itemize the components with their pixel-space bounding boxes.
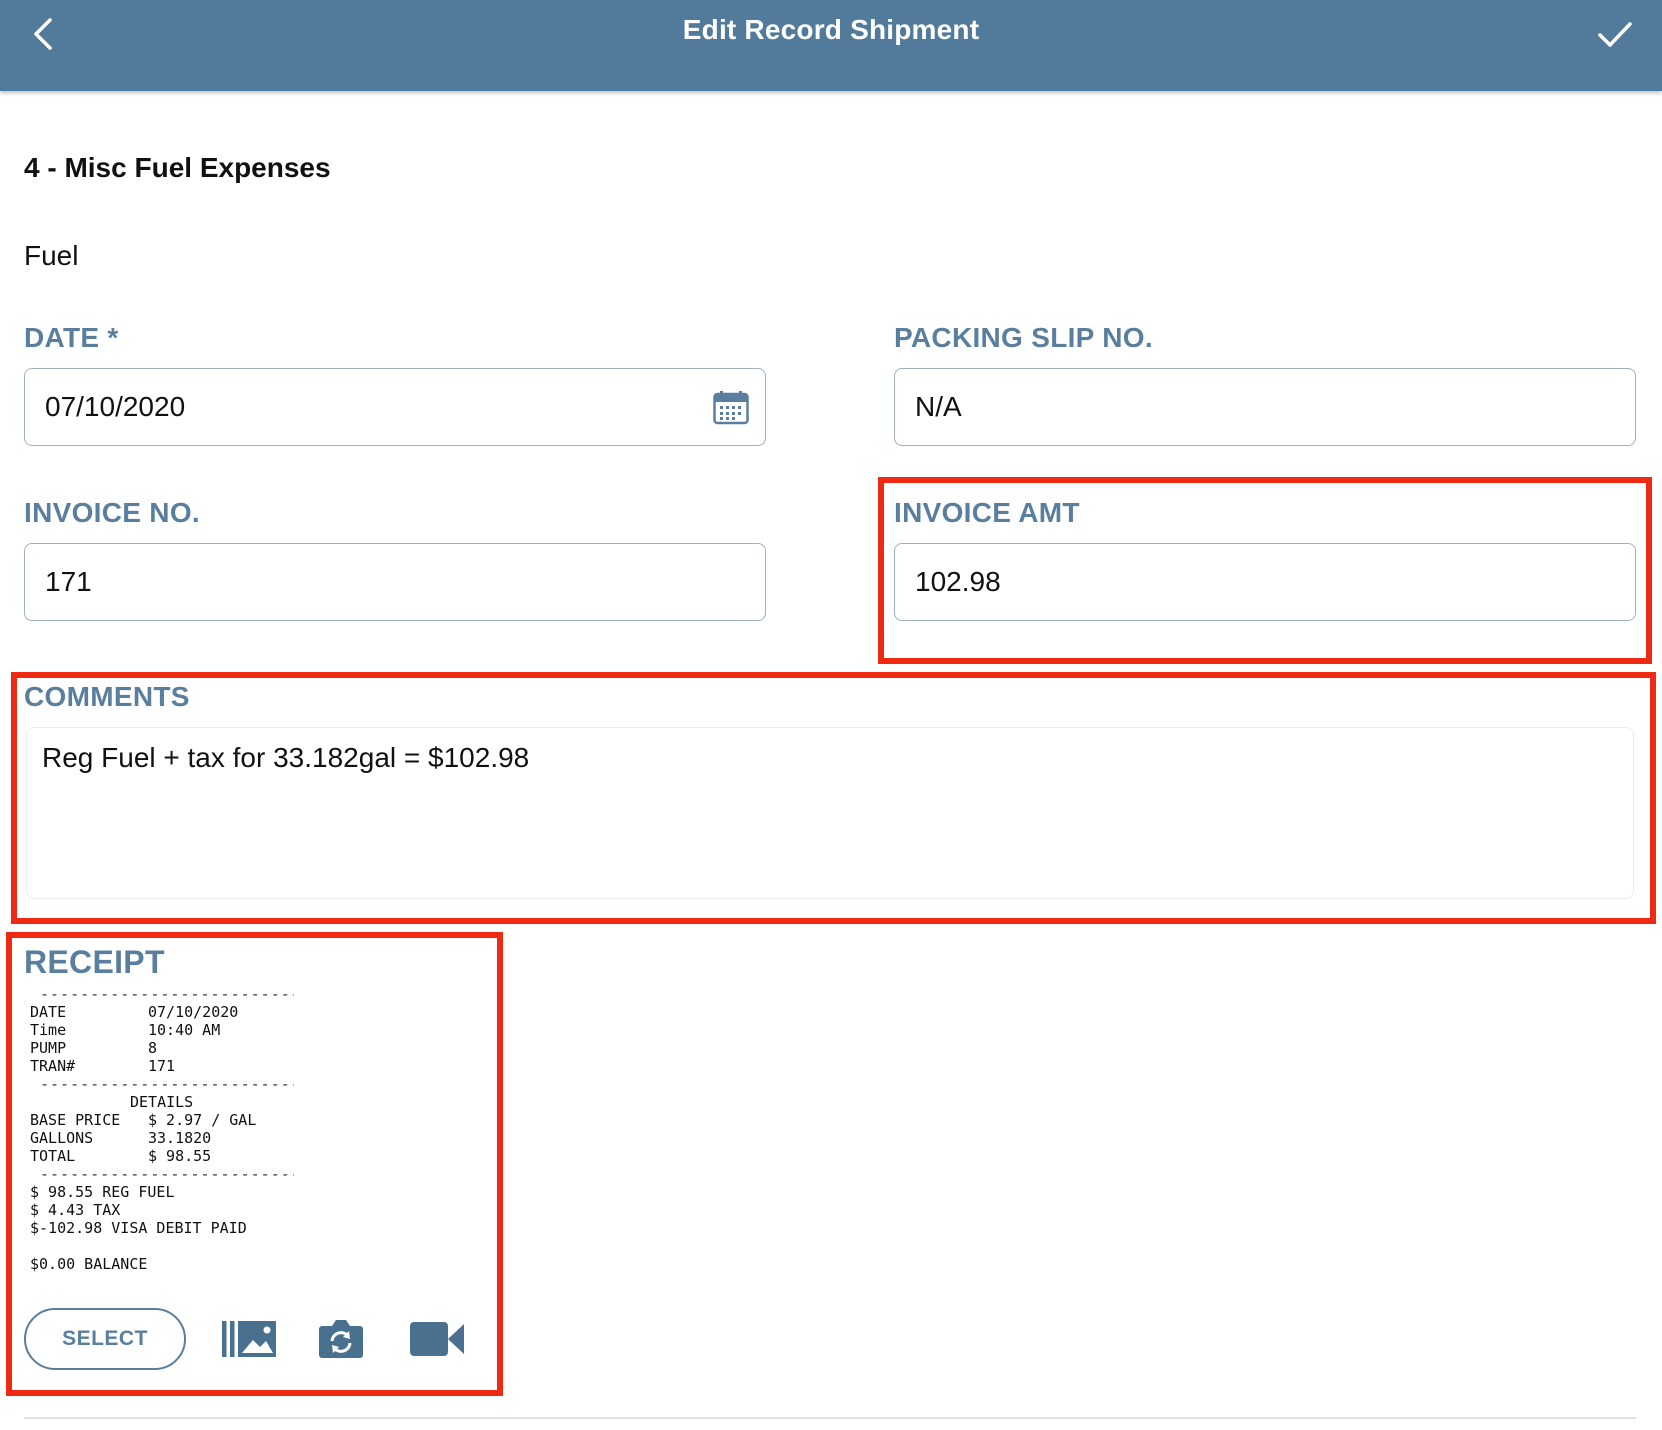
receipt-line: $0.00 BALANCE	[30, 1255, 148, 1273]
camera-switch-icon[interactable]	[318, 1316, 364, 1360]
comments-textarea[interactable]: Reg Fuel + tax for 33.182gal = $102.98	[26, 727, 1634, 899]
receipt-key: TOTAL	[30, 1147, 76, 1165]
receipt-value: 10:40 AM	[148, 1021, 221, 1039]
receipt-row: Time 10:40 AM	[24, 1021, 294, 1039]
receipt-key: BASE PRICE	[30, 1111, 121, 1129]
receipt-row: PUMP 8	[24, 1039, 294, 1057]
receipt-line: $ 98.55 REG FUEL	[30, 1183, 175, 1201]
receipt-value: $ 2.97 / GAL	[148, 1111, 257, 1129]
receipt-row: DATE 07/10/2020	[24, 1003, 294, 1021]
packing-slip-value: N/A	[915, 391, 962, 422]
receipt-row: GALLONS 33.1820	[24, 1129, 294, 1147]
bottom-divider	[24, 1417, 1636, 1419]
video-camera-icon[interactable]	[409, 1320, 465, 1358]
invoice-amt-label: INVOICE AMT	[894, 497, 1080, 528]
receipt-details-heading: DETAILS	[130, 1093, 194, 1111]
receipt-line: $-102.98 VISA DEBIT PAID	[30, 1219, 247, 1237]
receipt-value: $ 98.55	[148, 1147, 212, 1165]
comments-label: COMMENTS	[24, 681, 190, 712]
receipt-value: 171	[148, 1057, 176, 1075]
calendar-icon[interactable]	[713, 391, 749, 425]
receipt-label: RECEIPT	[24, 944, 165, 980]
invoice-no-label: INVOICE NO.	[24, 497, 200, 528]
receipt-key: Time	[30, 1021, 67, 1039]
date-value: 07/10/2020	[45, 391, 186, 422]
receipt-key: TRAN#	[30, 1057, 76, 1075]
page-title: Edit Record Shipment	[682, 14, 980, 45]
invoice-no-field[interactable]: 171	[24, 543, 766, 621]
receipt-row: BASE PRICE $ 2.97 / GAL	[24, 1111, 294, 1129]
receipt-value: 8	[148, 1039, 158, 1057]
receipt-value: 33.1820	[148, 1129, 212, 1147]
save-button[interactable]	[1594, 12, 1638, 56]
packing-slip-field[interactable]: N/A	[894, 368, 1636, 446]
date-label: DATE *	[24, 322, 119, 353]
checkmark-icon	[1598, 22, 1632, 47]
section-title: 4 - Misc Fuel Expenses	[24, 152, 331, 183]
receipt-row: TOTAL $ 98.55	[24, 1147, 294, 1165]
date-field[interactable]: 07/10/2020	[24, 368, 766, 446]
receipt-value: 07/10/2020	[148, 1003, 239, 1021]
top-app-bar: Edit Record Shipment	[0, 0, 1662, 91]
invoice-amt-value: 102.98	[915, 566, 1001, 597]
invoice-amt-field[interactable]: 102.98	[894, 543, 1636, 621]
receipt-key: PUMP	[30, 1039, 67, 1057]
invoice-no-value: 171	[45, 566, 92, 597]
receipt-line: $ 4.43 TAX	[30, 1201, 121, 1219]
image-gallery-icon[interactable]	[220, 1318, 278, 1360]
receipt-key: GALLONS	[30, 1129, 94, 1147]
select-button[interactable]: SELECT	[24, 1308, 186, 1370]
receipt-image[interactable]: --------------------------- DATE 07/10/20…	[24, 985, 294, 1277]
section-subtitle: Fuel	[24, 240, 79, 271]
receipt-divider: ---------------------------	[40, 1165, 294, 1183]
packing-slip-label: PACKING SLIP NO.	[894, 322, 1153, 353]
receipt-row: TRAN# 171	[24, 1057, 294, 1075]
receipt-divider: ---------------------------	[40, 985, 294, 1003]
receipt-divider: ---------------------------	[40, 1075, 294, 1093]
receipt-key: DATE	[30, 1003, 67, 1021]
